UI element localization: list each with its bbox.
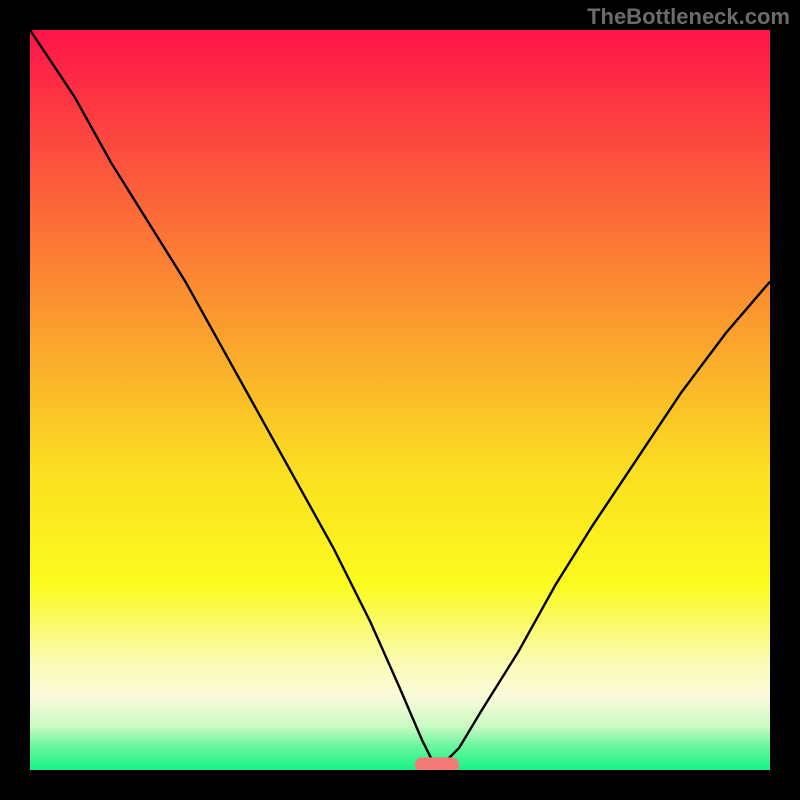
attribution-label: TheBottleneck.com: [587, 4, 790, 30]
chart-frame: TheBottleneck.com: [0, 0, 800, 800]
optimum-marker: [415, 757, 459, 770]
bottleneck-chart: [30, 30, 770, 770]
gradient-background: [30, 30, 770, 770]
plot-area: [30, 30, 770, 770]
